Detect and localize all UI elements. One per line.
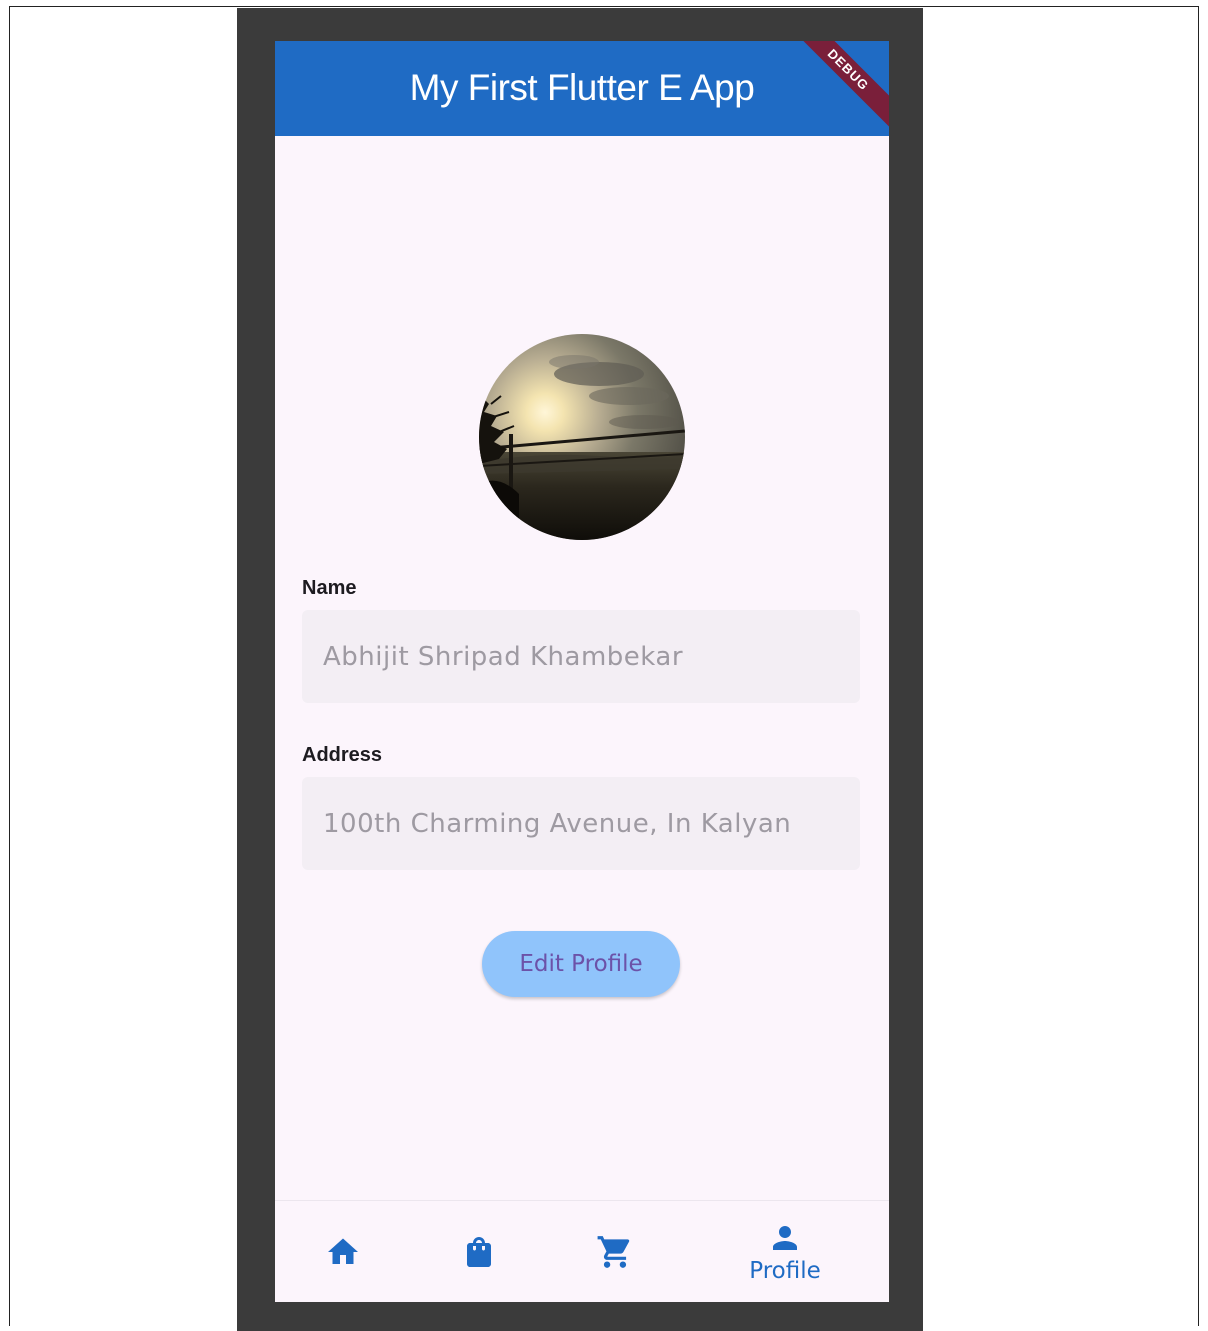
- cart-icon: [597, 1236, 630, 1268]
- edit-profile-button[interactable]: Edit Profile: [482, 931, 680, 997]
- name-label: Name: [302, 577, 357, 599]
- app-bar: My First Flutter E App DEBUG: [275, 41, 889, 138]
- nav-item-cart[interactable]: [565, 1201, 665, 1302]
- app-title: My First Flutter E App: [409, 66, 755, 108]
- address-input[interactable]: [323, 808, 860, 839]
- address-label: Address: [302, 744, 383, 766]
- profile-photo-sunset: [479, 334, 685, 540]
- bottom-navigation-bar: Profile: [275, 1200, 889, 1302]
- person-icon: [773, 1226, 797, 1250]
- nav-item-profile[interactable]: Profile: [735, 1201, 835, 1302]
- debug-banner: DEBUG: [780, 41, 889, 138]
- nav-item-home[interactable]: [293, 1201, 393, 1302]
- shopping-bag-icon: [467, 1237, 491, 1267]
- address-field[interactable]: [302, 777, 860, 870]
- phone-screen: My First Flutter E App DEBUG Name Abhiji…: [275, 41, 889, 1302]
- profile-avatar[interactable]: [479, 334, 685, 540]
- nav-item-shop[interactable]: [429, 1201, 529, 1302]
- nav-label-profile: Profile: [749, 1258, 821, 1284]
- home-icon: [328, 1238, 358, 1264]
- name-field[interactable]: [302, 610, 860, 703]
- name-input[interactable]: [323, 641, 860, 672]
